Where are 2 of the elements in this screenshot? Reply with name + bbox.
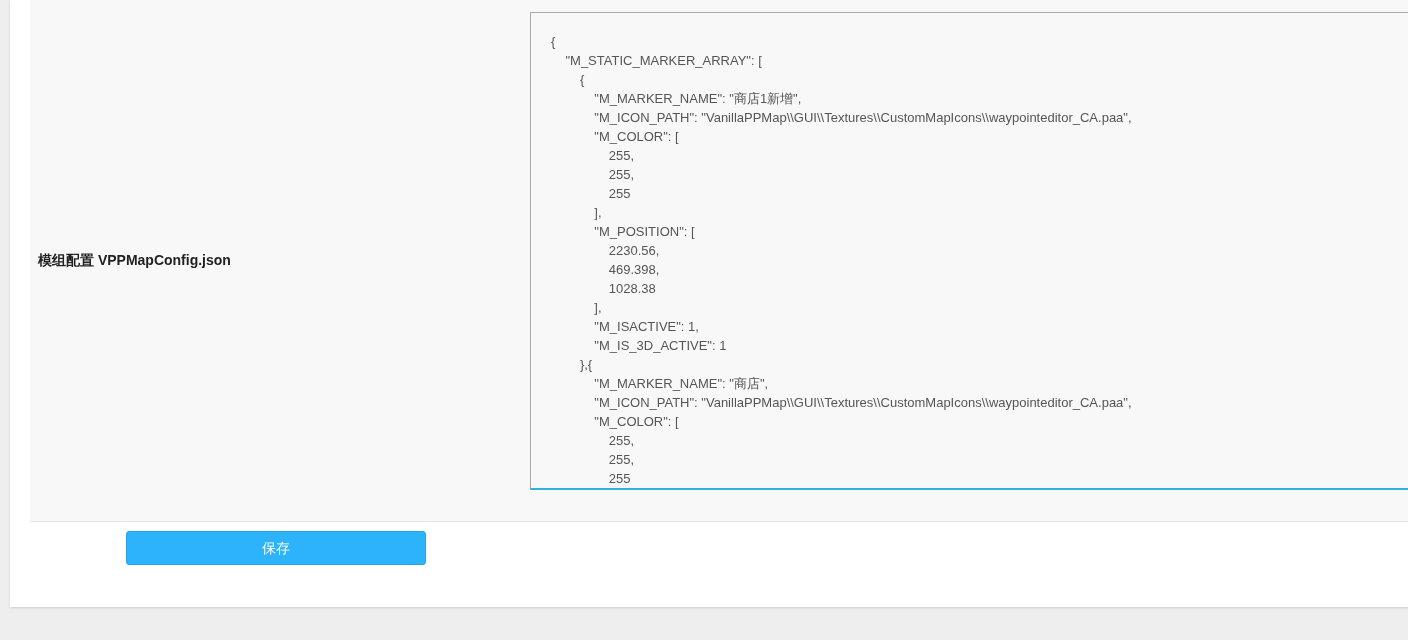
field-label: 模组配置 VPPMapConfig.json <box>38 251 232 270</box>
json-editor-field[interactable]: { "M_STATIC_MARKER_ARRAY": [ { "M_MARKER_NAME": "商店1新增", "M_ICON_PATH": "VanillaPPMap\\GUI\\Textures\\CustomMapIcons\\waypointeditor_CA.paa", "M_COLOR": [ 255, 255, 255 ], "M_POSITION": [ 2230.56, 469.398, 1028.38 ], "M_ISACTIVE": 1, "M_IS_3D_ACTIVE": 1 },{ "M_MARKER_NAME": "商店", "M_ICON_PATH": "VanillaPPMap\\GUI\\Textures\\CustomMapIcons\\waypointeditor_CA.paa", "M_COLOR": [ 255, 255, 255 <box>530 11 1408 490</box>
